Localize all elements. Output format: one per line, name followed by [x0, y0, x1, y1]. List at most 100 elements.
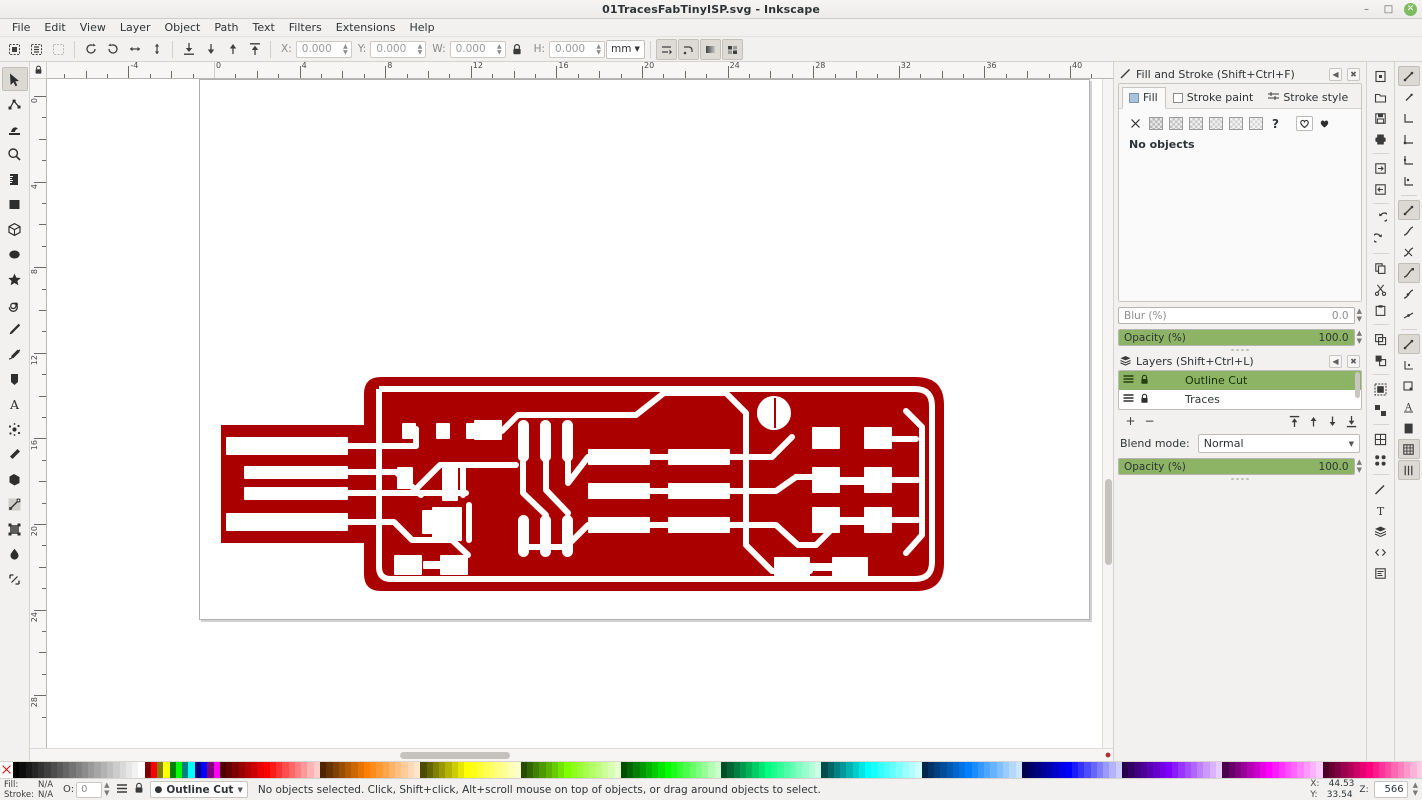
spray-tool[interactable]: [2, 417, 28, 441]
rectangle-tool[interactable]: [2, 192, 28, 216]
palette-swatch[interactable]: [1416, 762, 1422, 778]
menu-filters[interactable]: Filters: [282, 19, 329, 37]
layers-dialog-icon[interactable]: [1370, 521, 1392, 541]
duplicate-icon[interactable]: [1370, 329, 1392, 349]
open-document-icon[interactable]: [1370, 87, 1392, 107]
menu-extensions[interactable]: Extensions: [329, 19, 403, 37]
minimize-icon[interactable]: –: [1360, 3, 1373, 16]
align-dialog-icon[interactable]: [1370, 429, 1392, 449]
layer-row-outline-cut[interactable]: Outline Cut: [1119, 371, 1361, 390]
group-icon[interactable]: [1370, 379, 1392, 399]
menu-help[interactable]: Help: [402, 19, 441, 37]
fill-stroke-dialog-icon[interactable]: [1370, 479, 1392, 499]
snap-bounding-box-toggle[interactable]: [1398, 87, 1420, 107]
snap-nodes-toggle[interactable]: [1397, 200, 1420, 220]
snap-bbox-center-toggle[interactable]: [1398, 171, 1420, 191]
snap-object-centers-toggle[interactable]: [1398, 355, 1420, 375]
pencil-tool[interactable]: [2, 317, 28, 341]
cut-icon[interactable]: [1370, 279, 1392, 299]
mesh-gradient-button[interactable]: [1247, 116, 1264, 131]
canvas-surface[interactable]: [47, 79, 1102, 748]
enable-snapping-toggle[interactable]: [1397, 66, 1420, 86]
status-layer-select[interactable]: ● Outline Cut ▼: [149, 781, 248, 798]
pcb-artwork[interactable]: [216, 365, 956, 605]
no-paint-button[interactable]: [1127, 116, 1144, 131]
flat-color-button[interactable]: [1147, 116, 1164, 131]
snap-page-border-toggle[interactable]: [1398, 418, 1420, 438]
snap-guides-toggle[interactable]: [1397, 460, 1420, 480]
dock-float-icon[interactable]: ◀: [1329, 68, 1342, 81]
selector-tool[interactable]: [1, 67, 28, 91]
document-properties-icon[interactable]: [1370, 563, 1392, 583]
copy-icon[interactable]: [1370, 258, 1392, 278]
layers-dock-float-icon[interactable]: ◀: [1329, 355, 1342, 368]
tab-stroke-paint[interactable]: Stroke paint: [1166, 87, 1262, 108]
select-all-layers-icon[interactable]: [26, 39, 47, 60]
pattern-button[interactable]: [1207, 116, 1224, 131]
affect-gradients-icon[interactable]: [699, 38, 721, 60]
flip-vertical-icon[interactable]: [146, 39, 167, 60]
swatch-button[interactable]: [1227, 116, 1244, 131]
deselect-icon[interactable]: [48, 39, 69, 60]
save-document-icon[interactable]: [1370, 108, 1392, 128]
layer-visibility-icon[interactable]: [1123, 393, 1134, 406]
layer-opacity-spinner[interactable]: ▲ ▼: [1357, 459, 1362, 474]
maximize-icon[interactable]: □: [1382, 3, 1395, 16]
raise-to-top-icon[interactable]: [244, 39, 265, 60]
export-icon[interactable]: [1370, 179, 1392, 199]
menu-path[interactable]: Path: [207, 19, 245, 37]
new-document-icon[interactable]: [1370, 66, 1392, 86]
ellipse-tool[interactable]: [2, 242, 28, 266]
h-input[interactable]: 0.000 ▲ ▼: [549, 40, 606, 58]
zoom-input[interactable]: 566: [1373, 781, 1408, 798]
snap-bbox-edge-midpoint-toggle[interactable]: [1398, 150, 1420, 170]
layers-dock-close-icon[interactable]: ✖: [1347, 355, 1360, 368]
bucket-tool[interactable]: [2, 467, 28, 491]
paste-icon[interactable]: [1370, 300, 1392, 320]
layer-to-top-button[interactable]: [1286, 413, 1303, 429]
rotate-cw-90-icon[interactable]: [102, 39, 123, 60]
bezier-tool[interactable]: [2, 342, 28, 366]
layer-lower-button[interactable]: [1324, 413, 1341, 429]
fill-opacity-spinner[interactable]: ▲ ▼: [1357, 330, 1362, 345]
undo-icon[interactable]: [1370, 208, 1392, 228]
layer-lock-icon[interactable]: [1140, 393, 1149, 407]
box3d-tool[interactable]: [2, 217, 28, 241]
dock-splitter-bottom[interactable]: [1118, 475, 1362, 482]
print-icon[interactable]: [1370, 129, 1392, 149]
tweak-tool[interactable]: [2, 117, 28, 141]
text-tool[interactable]: A: [2, 392, 28, 416]
evenodd-fillrule-button[interactable]: [1296, 116, 1313, 131]
status-layer-lock-icon[interactable]: [134, 782, 144, 797]
affect-rounded-corners-icon[interactable]: [677, 38, 699, 60]
nonzero-fillrule-button[interactable]: [1316, 116, 1333, 131]
snap-rotation-centers-toggle[interactable]: [1398, 376, 1420, 396]
rotate-ccw-90-icon[interactable]: [80, 39, 101, 60]
status-opacity-value[interactable]: 0: [76, 781, 103, 798]
layer-list-scrollbar[interactable]: [1355, 372, 1360, 398]
raise-icon[interactable]: [222, 39, 243, 60]
w-spinner[interactable]: ▲ ▼: [497, 43, 503, 55]
zoom-tool[interactable]: [2, 142, 28, 166]
fill-opacity-slider[interactable]: Opacity (%) 100.0: [1118, 329, 1355, 346]
mesh-tool[interactable]: [2, 517, 28, 541]
layer-visibility-icon[interactable]: [1123, 374, 1134, 387]
no-color-swatch[interactable]: [0, 762, 13, 778]
fill-stroke-indicator[interactable]: Fill: N/A Stroke: N/A: [4, 780, 53, 800]
y-spinner[interactable]: ▲ ▼: [418, 43, 424, 55]
color-palette[interactable]: [0, 761, 1422, 778]
lower-icon[interactable]: [200, 39, 221, 60]
dock-close-icon[interactable]: ✖: [1347, 68, 1360, 81]
vertical-scrollbar[interactable]: [1102, 79, 1113, 748]
import-icon[interactable]: [1370, 158, 1392, 178]
objects-dialog-icon[interactable]: [1370, 450, 1392, 470]
measure-tool[interactable]: [2, 167, 28, 191]
redo-icon[interactable]: [1370, 229, 1392, 249]
units-select[interactable]: mm ▼: [606, 39, 645, 59]
select-all-icon[interactable]: [4, 39, 25, 60]
canvas[interactable]: [47, 79, 1102, 748]
vertical-scrollbar-thumb[interactable]: [1105, 479, 1112, 565]
clone-icon[interactable]: [1370, 350, 1392, 370]
blur-slider[interactable]: Blur (%) 0.0: [1118, 307, 1355, 324]
ungroup-icon[interactable]: [1370, 400, 1392, 420]
